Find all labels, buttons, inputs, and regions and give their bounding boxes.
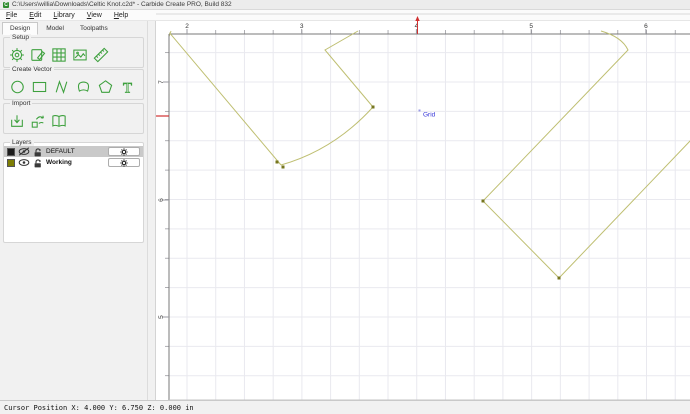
polygon-tool-icon[interactable]	[96, 78, 115, 96]
layer-color-swatch[interactable]	[7, 147, 15, 156]
layer-settings-button[interactable]	[108, 147, 140, 156]
menu-bar: File Edit Library View Help	[0, 10, 690, 21]
svg-text:6: 6	[644, 23, 648, 30]
app-window: C C:\Users\willia\Downloads\Celtic Knot.…	[0, 0, 690, 414]
measure-icon[interactable]	[92, 46, 110, 64]
import-section: Import	[3, 100, 144, 134]
layer-settings-button[interactable]	[108, 158, 140, 167]
shape-library-icon[interactable]	[50, 112, 68, 130]
svg-text:7: 7	[158, 80, 165, 84]
setup-section: Setup	[3, 34, 144, 68]
unlocked-padlock-icon[interactable]	[33, 158, 43, 168]
create-vector-section: Create Vector T	[3, 66, 144, 100]
layers-section-label: Layers	[10, 139, 34, 146]
layer-color-swatch[interactable]	[7, 158, 15, 167]
svg-text:5: 5	[158, 315, 165, 319]
setup-icon-row	[8, 46, 110, 64]
eye-slash-icon[interactable]	[18, 147, 30, 156]
left-panel: Design Model Toolpaths Setup Create Vect…	[0, 21, 148, 400]
import-file-icon[interactable]	[8, 112, 26, 130]
grid-snap-label: Grid	[423, 112, 436, 119]
status-bar: Cursor Position X: 4.000 Y: 6.750 Z: 0.0…	[0, 400, 690, 414]
gear-icon[interactable]	[8, 46, 26, 64]
text-tool-icon[interactable]: T	[118, 78, 137, 96]
layer-row-default[interactable]: DEFAULT	[4, 146, 143, 157]
menu-view[interactable]: View	[81, 12, 108, 19]
menu-help[interactable]: Help	[108, 12, 134, 19]
layers-section: Layers DEFAULT Working	[3, 139, 144, 243]
tab-model[interactable]: Model	[38, 22, 72, 35]
menu-library[interactable]: Library	[47, 12, 80, 19]
layer-settings-gear-icon	[120, 147, 128, 156]
job-edit-icon[interactable]	[29, 46, 47, 64]
circle-tool-icon[interactable]	[8, 78, 27, 96]
svg-text:6: 6	[158, 198, 165, 202]
shape-tool-icon[interactable]	[74, 78, 93, 96]
unlocked-padlock-icon[interactable]	[33, 147, 43, 157]
eye-icon[interactable]	[18, 158, 30, 167]
svg-text:2: 2	[185, 23, 189, 30]
canvas-drawing: 2 3 4 5 6765Grid	[156, 13, 690, 401]
svg-text:5: 5	[529, 23, 533, 30]
import-icon-row	[8, 112, 68, 130]
window-title: C:\Users\willia\Downloads\Celtic Knot.c2…	[12, 1, 232, 8]
image-icon[interactable]	[71, 46, 89, 64]
rectangle-tool-icon[interactable]	[30, 78, 49, 96]
curve-tool-icon[interactable]	[52, 78, 71, 96]
layer-name: Working	[46, 159, 72, 166]
menu-edit[interactable]: Edit	[23, 12, 47, 19]
tab-toolpaths[interactable]: Toolpaths	[72, 22, 116, 35]
cursor-position-readout: Cursor Position X: 4.000 Y: 6.750 Z: 0.0…	[4, 403, 194, 412]
layer-list: DEFAULT Working	[4, 146, 143, 168]
layer-row-working[interactable]: Working	[4, 157, 143, 168]
create-vector-section-label: Create Vector	[10, 66, 54, 73]
create-vector-icon-row: T	[8, 78, 137, 96]
menu-file[interactable]: File	[0, 12, 23, 19]
title-bar: C C:\Users\willia\Downloads\Celtic Knot.…	[0, 0, 690, 10]
trace-image-icon[interactable]	[29, 112, 47, 130]
layer-name: DEFAULT	[46, 148, 75, 155]
app-icon: C	[3, 1, 9, 8]
svg-text:T: T	[123, 80, 132, 96]
layer-settings-gear-icon	[120, 158, 128, 167]
setup-section-label: Setup	[10, 34, 31, 41]
design-canvas[interactable]: 2 3 4 5 6 7 6 5 Grid	[155, 13, 690, 401]
svg-text:3: 3	[300, 23, 304, 30]
grid-icon[interactable]	[50, 46, 68, 64]
import-section-label: Import	[10, 100, 33, 107]
